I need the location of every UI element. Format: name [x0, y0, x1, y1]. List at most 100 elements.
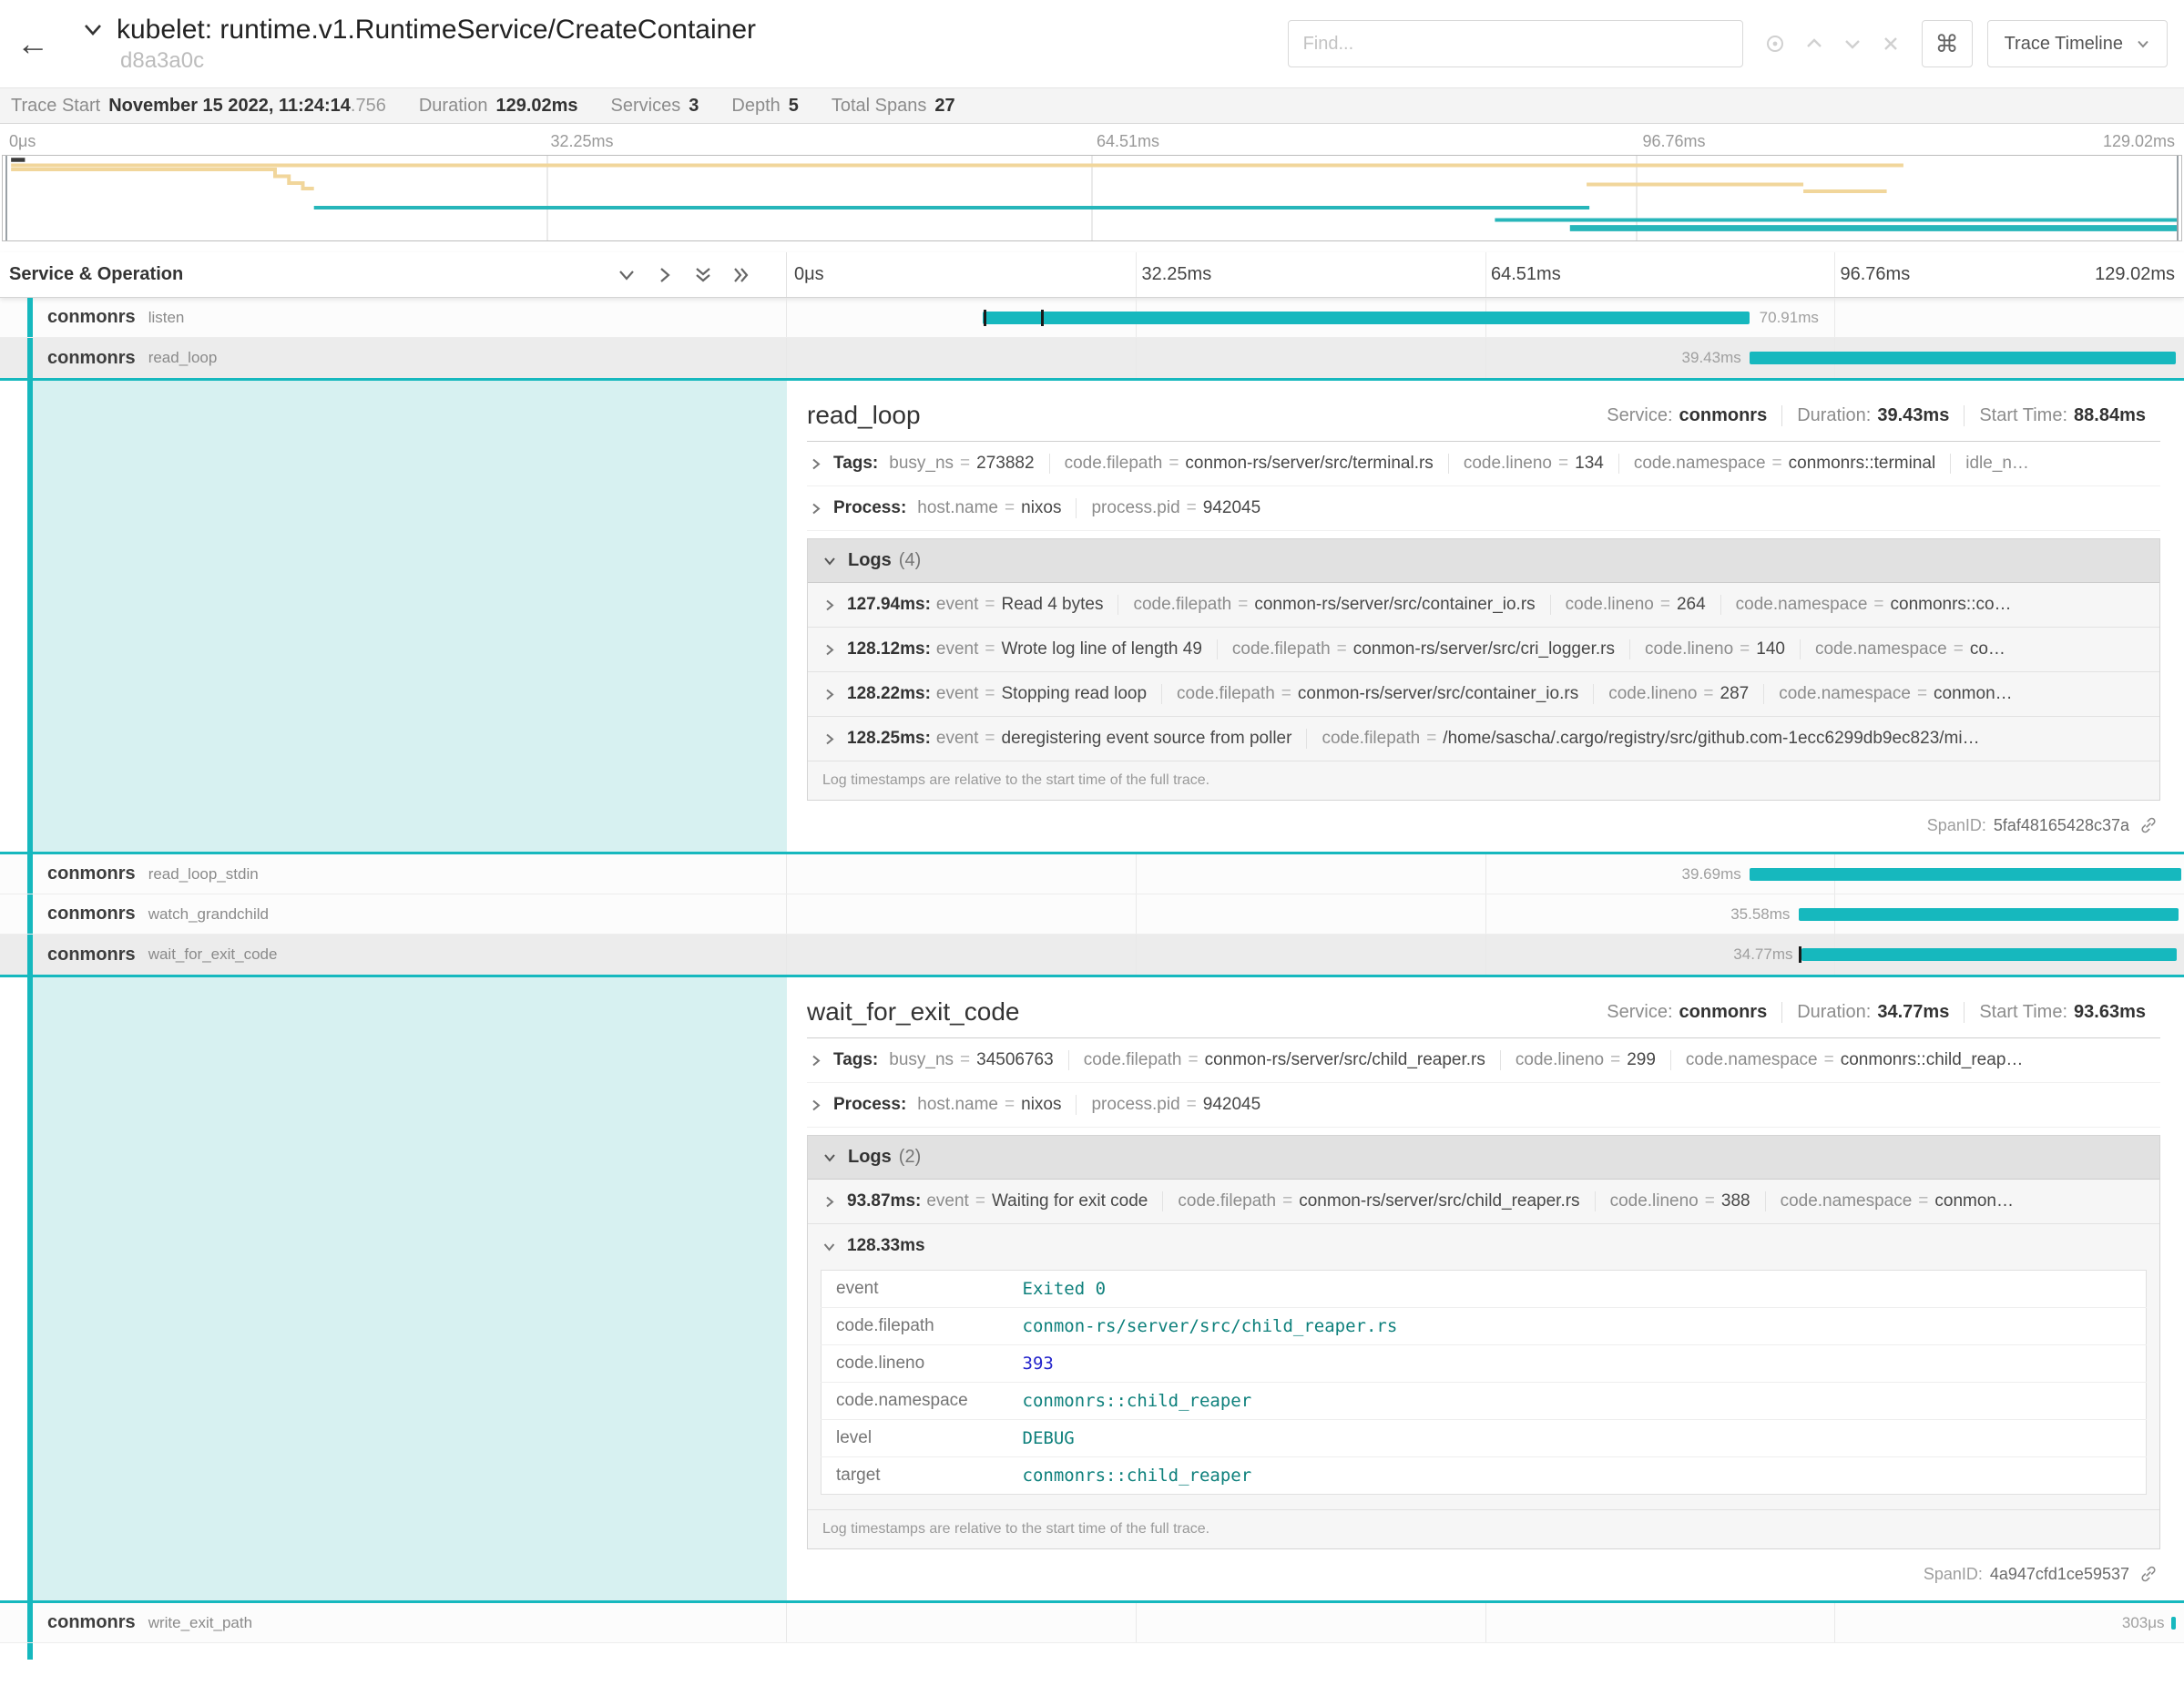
- log-detail-table-wrap: eventExited 0 code.filepathconmon-rs/ser…: [808, 1268, 2159, 1510]
- span-name-cell[interactable]: conmonrs write_exit_path: [0, 1603, 787, 1642]
- service-name: conmonrs: [47, 348, 136, 369]
- trace-header-toggle[interactable]: [80, 17, 106, 43]
- span-row-read-loop[interactable]: conmonrs read_loop 39.43ms: [0, 338, 2184, 381]
- span-bar[interactable]: [1750, 868, 2181, 881]
- service-color-strip: [27, 854, 33, 894]
- chevron-down-icon: [2136, 36, 2150, 51]
- detail-operation-name: read_loop: [807, 401, 1592, 430]
- log-entry-expanded[interactable]: 128.33ms: [808, 1224, 2159, 1268]
- log-entry[interactable]: 128.25ms: event=deregistering event sour…: [808, 717, 2159, 761]
- log-fields: event=deregistering event source from po…: [936, 729, 1995, 749]
- span-name-cell[interactable]: conmonrs wait_for_exit_code: [0, 935, 787, 975]
- log-marker[interactable]: [1041, 310, 1044, 326]
- page-title: kubelet: runtime.v1.RuntimeService/Creat…: [117, 14, 756, 46]
- span-row-listen[interactable]: conmonrs listen 70.91ms: [0, 298, 2184, 338]
- minimap-tick: 64.51ms: [1097, 132, 1159, 151]
- chevron-down-icon: [822, 1150, 837, 1165]
- back-button[interactable]: ←: [0, 0, 66, 87]
- span-name-cell[interactable]: conmonrs read_loop_stdin: [0, 854, 787, 894]
- expand-all-icon[interactable]: [693, 265, 713, 285]
- log-field: code.filepath=conmon-rs/server/src/cri_l…: [1217, 639, 1629, 659]
- service-name: conmonrs: [47, 1612, 136, 1633]
- collapse-one-icon[interactable]: [655, 265, 675, 285]
- span-bar[interactable]: [2171, 1617, 2176, 1630]
- detail-meta: Service:conmonrs Duration:34.77ms Start …: [1592, 1002, 2160, 1023]
- back-arrow-icon: ←: [16, 25, 49, 63]
- span-duration-label: 303μs: [2122, 1603, 2165, 1642]
- trace-start: Trace StartNovember 15 2022, 11:24:14.75…: [11, 96, 386, 117]
- minimap-tick: 0μs: [9, 132, 36, 151]
- logs-header[interactable]: Logs (4): [808, 539, 2159, 583]
- header-controls: ⌘ Trace Timeline: [1288, 20, 2168, 67]
- log-entry[interactable]: 93.87ms: event=Waiting for exit code cod…: [808, 1180, 2159, 1224]
- log-field: code.lineno=388: [1595, 1191, 1765, 1211]
- log-field: event=Stopping read loop: [936, 684, 1161, 704]
- span-timeline-cell: 35.58ms: [787, 894, 2184, 934]
- span-timeline-cell: 39.43ms: [787, 338, 2184, 378]
- process-tag-list: host.name=nixos process.pid=942045: [917, 1095, 1275, 1115]
- operation-name: read_loop: [148, 349, 218, 367]
- keyboard-shortcuts-button[interactable]: ⌘: [1922, 20, 1973, 67]
- span-name-cell[interactable]: conmonrs listen: [0, 298, 787, 337]
- view-selector[interactable]: Trace Timeline: [1987, 20, 2168, 67]
- command-icon: ⌘: [1935, 30, 1959, 58]
- tag: code.lineno=134: [1448, 454, 1618, 474]
- log-entry[interactable]: 128.12ms: event=Wrote log line of length…: [808, 628, 2159, 672]
- span-bar[interactable]: [1799, 908, 2179, 921]
- span-row-watch-grandchild[interactable]: conmonrs watch_grandchild 35.58ms: [0, 894, 2184, 935]
- find-clear-icon[interactable]: [1880, 33, 1902, 55]
- deep-link-icon[interactable]: [2138, 1564, 2158, 1584]
- tag-list: busy_ns=273882 code.filepath=conmon-rs/s…: [889, 454, 2056, 474]
- find-nav: [1758, 32, 1907, 56]
- find-prev-icon[interactable]: [1803, 33, 1825, 55]
- service-color-strip: [27, 894, 33, 934]
- log-field: code.lineno=140: [1629, 639, 1800, 659]
- chevron-right-icon: [809, 1098, 822, 1112]
- log-fields: event=Wrote log line of length 49 code.f…: [936, 639, 2020, 659]
- log-field: event=Waiting for exit code: [926, 1191, 1162, 1211]
- deep-link-icon[interactable]: [2138, 815, 2158, 835]
- expand-one-icon[interactable]: [617, 265, 637, 285]
- span-name-cell[interactable]: conmonrs read_loop: [0, 338, 787, 378]
- tag: process.pid=942045: [1076, 1095, 1275, 1115]
- span-row-read-loop-stdin[interactable]: conmonrs read_loop_stdin 39.69ms: [0, 854, 2184, 894]
- process-accordion[interactable]: Process: host.name=nixos process.pid=942…: [807, 1083, 2160, 1128]
- log-field: code.namespace=co…: [1800, 639, 2020, 659]
- tag-list: busy_ns=34506763 code.filepath=conmon-rs…: [889, 1050, 2037, 1070]
- log-marker[interactable]: [984, 310, 986, 326]
- service-color-strip: [27, 298, 33, 337]
- chevron-right-icon: [822, 732, 836, 746]
- find-locate-icon[interactable]: [1763, 32, 1787, 56]
- span-row-wait-for-exit-code[interactable]: conmonrs wait_for_exit_code 34.77ms: [0, 935, 2184, 977]
- ruler-tick: 96.76ms: [1841, 264, 1911, 285]
- ruler-tick: 0μs: [794, 264, 824, 285]
- span-duration-label: 35.58ms: [1730, 894, 1790, 934]
- detail-header: read_loop Service:conmonrs Duration:39.4…: [807, 384, 2160, 441]
- logs-header[interactable]: Logs (2): [808, 1136, 2159, 1180]
- find-input[interactable]: [1288, 20, 1743, 67]
- process-accordion[interactable]: Process: host.name=nixos process.pid=942…: [807, 486, 2160, 531]
- span-bar[interactable]: [983, 312, 1750, 324]
- log-entry[interactable]: 127.94ms: event=Read 4 bytes code.filepa…: [808, 583, 2159, 628]
- span-bar[interactable]: [1750, 352, 2176, 364]
- operation-name: read_loop_stdin: [148, 865, 259, 884]
- trace-page-header: ← kubelet: runtime.v1.RuntimeService/Cre…: [0, 0, 2184, 87]
- tags-accordion[interactable]: Tags: busy_ns=34506763 code.filepath=con…: [807, 1038, 2160, 1083]
- span-name-cell[interactable]: conmonrs watch_grandchild: [0, 894, 787, 934]
- span-row-write-exit-path[interactable]: conmonrs write_exit_path 303μs: [0, 1603, 2184, 1643]
- tags-accordion[interactable]: Tags: busy_ns=273882 code.filepath=conmo…: [807, 442, 2160, 486]
- collapse-all-icon[interactable]: [731, 265, 751, 285]
- detail-indent-column: [0, 977, 787, 1600]
- tag: host.name=nixos: [917, 1095, 1076, 1115]
- minimap-right-handle[interactable]: [2177, 156, 2179, 240]
- log-kv-row: code.lineno393: [822, 1345, 2147, 1383]
- expand-collapse-controls: [617, 265, 751, 285]
- expanded-span-highlight: [27, 381, 787, 852]
- log-entry[interactable]: 128.22ms: event=Stopping read loop code.…: [808, 672, 2159, 717]
- log-kv-row: targetconmonrs::child_reaper: [822, 1457, 2147, 1495]
- minimap-canvas[interactable]: [2, 155, 2182, 241]
- find-next-icon[interactable]: [1842, 33, 1863, 55]
- minimap-left-handle[interactable]: [5, 156, 7, 240]
- trace-summary-bar: Trace StartNovember 15 2022, 11:24:14.75…: [0, 87, 2184, 124]
- span-bar[interactable]: [1801, 948, 2178, 961]
